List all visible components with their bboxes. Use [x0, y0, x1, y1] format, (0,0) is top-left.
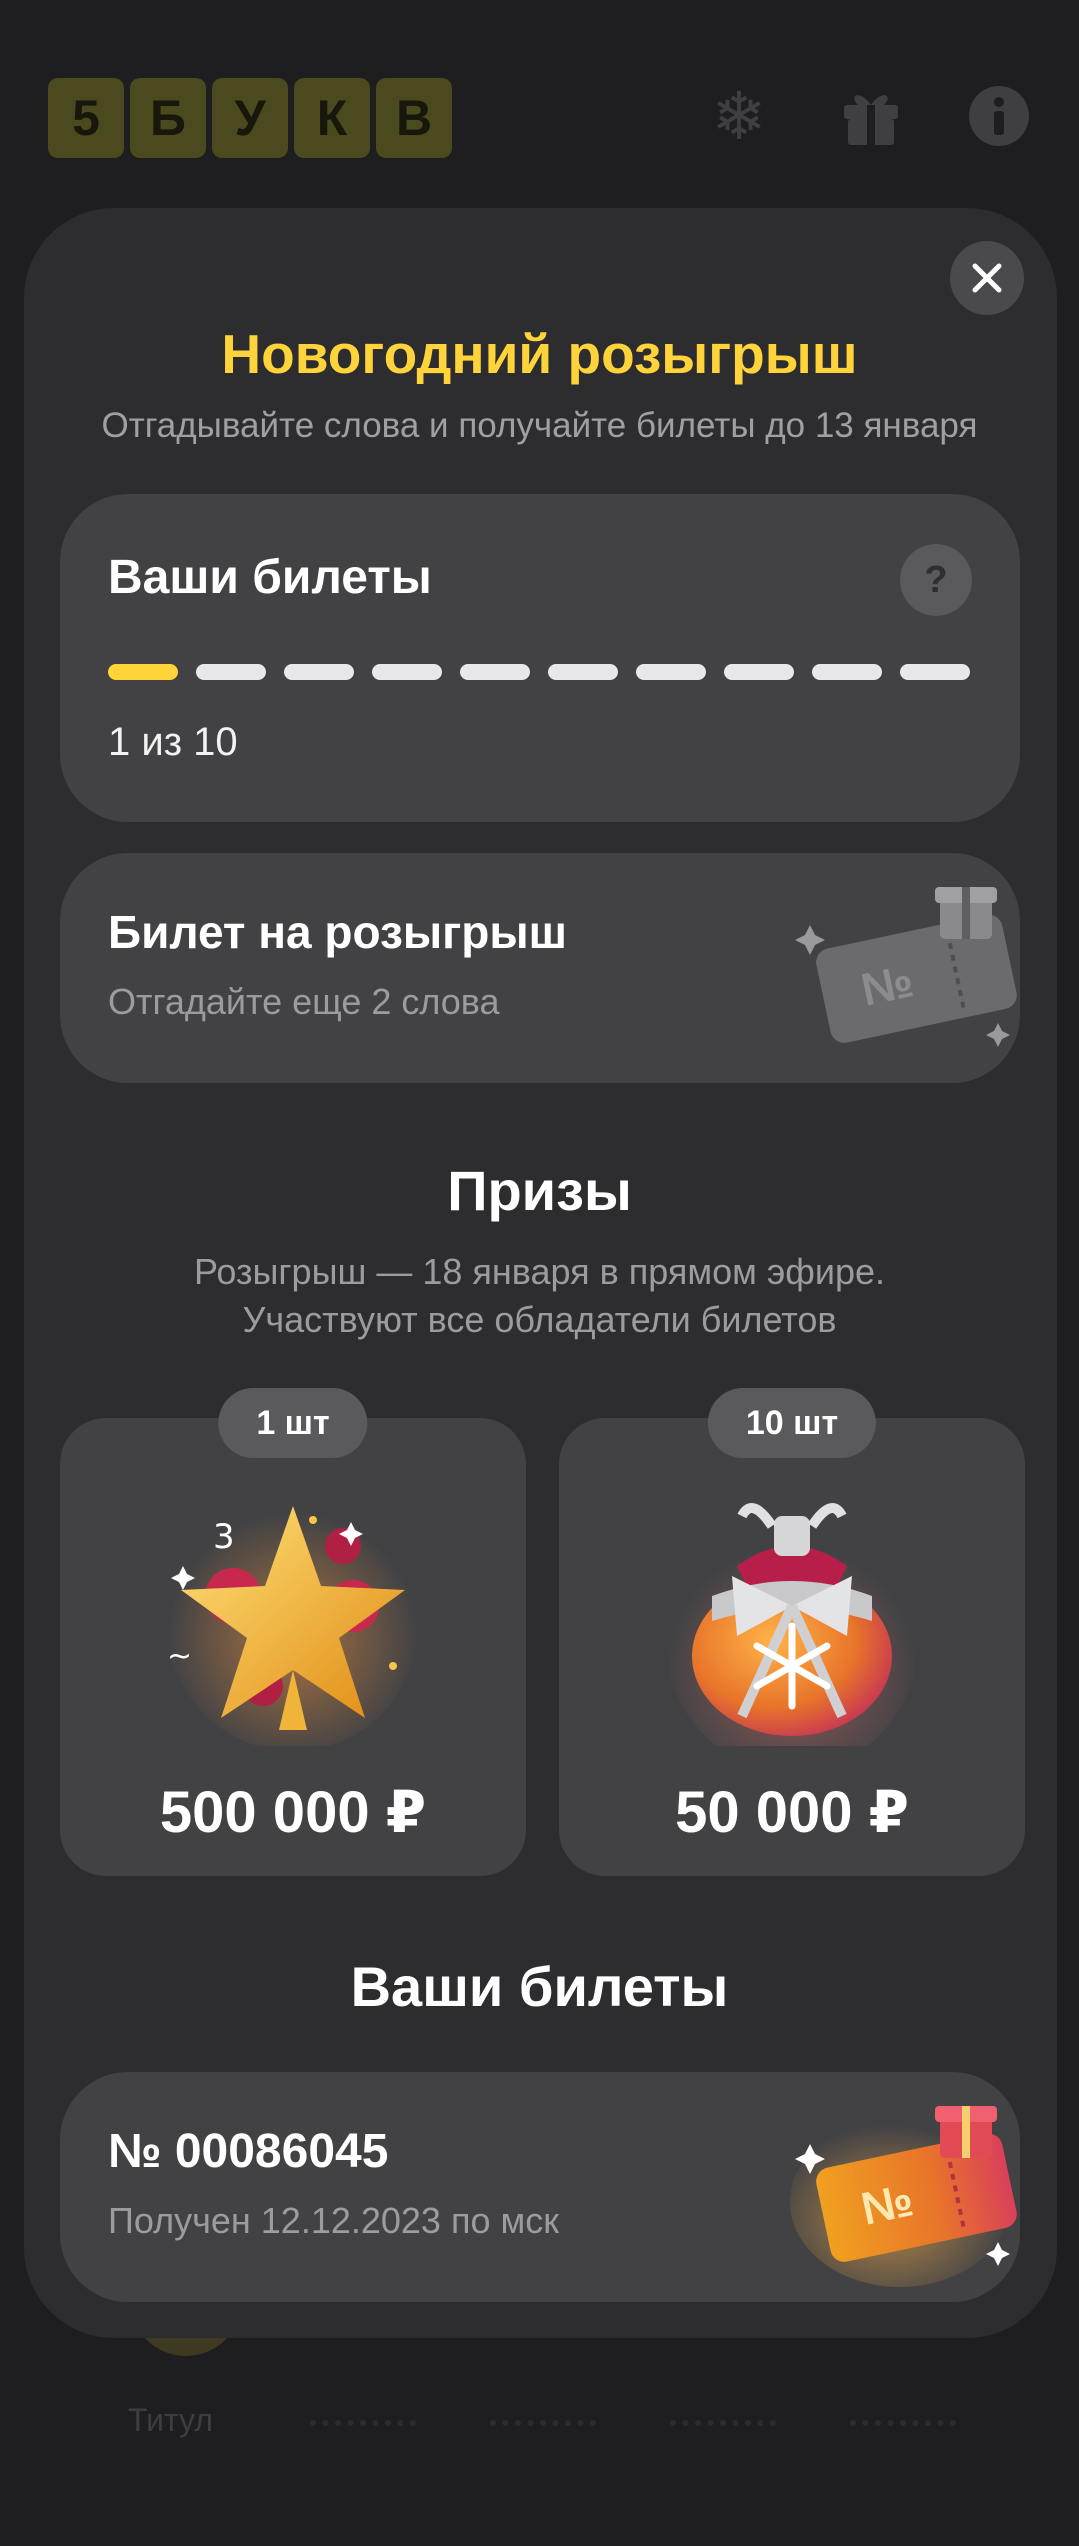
- snowflake-icon[interactable]: ❄: [707, 79, 771, 153]
- progress-segment: [548, 664, 618, 680]
- ticket-number-glyph: №: [857, 2173, 918, 2235]
- prizes-subtitle-line: Розыгрыш — 18 января в прямом эфире.: [193, 1251, 885, 1292]
- close-button[interactable]: [950, 241, 1024, 315]
- svg-text:~: ~: [167, 1639, 192, 1674]
- placeholder-dots: [850, 2420, 956, 2426]
- prizes-subtitle-line: Участвуют все обладатели билетов: [242, 1299, 837, 1340]
- next-ticket-title: Билет на розыгрыш: [108, 906, 568, 958]
- logo: 5 Б У К В: [48, 78, 452, 158]
- prize-amount: 50 000 ₽: [675, 1780, 909, 1845]
- app-header: 5 Б У К В ❄: [48, 78, 1031, 164]
- progress-segment: [636, 664, 706, 680]
- modal-title: Новогодний розыгрыш: [221, 323, 858, 385]
- prizes-subtitle: Розыгрыш — 18 января в прямом эфире. Уча…: [0, 1248, 1079, 1344]
- next-ticket-subtitle: Отгадайте еще 2 слова: [108, 981, 500, 1022]
- progress-segment: [460, 664, 530, 680]
- prize-amount: 500 000 ₽: [159, 1780, 427, 1845]
- ticket-number: № 00086045: [108, 2125, 389, 2178]
- logo-letter: К: [294, 78, 370, 158]
- progress-count: 1 из 10: [108, 720, 238, 764]
- logo-letter: В: [376, 78, 452, 158]
- progress-bar: [108, 664, 970, 680]
- tickets-progress-card: Ваши билеты ? 1 из 10: [60, 494, 1020, 822]
- next-ticket-card[interactable]: Билет на розыгрыш Отгадайте еще 2 слова …: [60, 853, 1020, 1083]
- my-tickets-title: Ваши билеты: [350, 1955, 729, 2018]
- placeholder-dots: [490, 2420, 596, 2426]
- gift-icon[interactable]: [839, 84, 903, 148]
- progress-segment: [284, 664, 354, 680]
- progress-segment: [108, 664, 178, 680]
- progress-segment: [196, 664, 266, 680]
- ticket-received-date: Получен 12.12.2023 по мск: [108, 2200, 559, 2241]
- progress-segment: [812, 664, 882, 680]
- progress-segment: [372, 664, 442, 680]
- ticket-card[interactable]: № 00086045 Получен 12.12.2023 по мск №: [60, 2072, 1020, 2302]
- modal-subtitle: Отгадывайте слова и получайте билеты до …: [101, 406, 978, 445]
- svg-text:3: 3: [213, 1517, 235, 1557]
- progress-title: Ваши билеты: [108, 551, 432, 604]
- info-icon[interactable]: [967, 84, 1031, 148]
- progress-segment: [900, 664, 970, 680]
- prizes-title: Призы: [447, 1159, 632, 1222]
- close-icon: [972, 263, 1002, 293]
- prize-card: 1 шт 3 ~ 500 000 ₽: [60, 1388, 526, 1876]
- gift-bag-icon: [667, 1503, 917, 1746]
- help-button[interactable]: ?: [900, 544, 972, 616]
- bottom-nav-label: Титул: [128, 2402, 213, 2438]
- logo-letter: 5: [48, 78, 124, 158]
- grey-ticket-icon: №: [795, 887, 1017, 1047]
- golden-star-icon: 3 ~: [167, 1501, 418, 1746]
- prize-card: 10 шт 50 000 ₽: [559, 1388, 1025, 1876]
- placeholder-dots: [310, 2420, 416, 2426]
- logo-letter: У: [212, 78, 288, 158]
- progress-segment: [724, 664, 794, 680]
- ticket-number-glyph: №: [857, 954, 918, 1016]
- prize-quantity-badge: 10 шт: [707, 1388, 877, 1458]
- placeholder-dots: [670, 2420, 776, 2426]
- gold-ticket-icon: №: [790, 2106, 1017, 2287]
- logo-letter: Б: [130, 78, 206, 158]
- prize-quantity-badge: 1 шт: [218, 1388, 368, 1458]
